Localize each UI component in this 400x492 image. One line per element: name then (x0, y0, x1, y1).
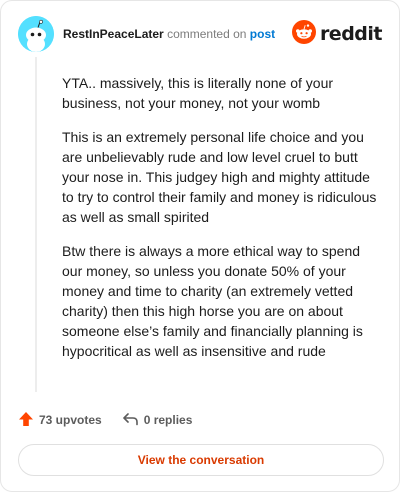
comment-footer: 73 upvotes 0 replies (18, 410, 192, 430)
reply-arrow-icon (122, 411, 139, 430)
reddit-wordmark: reddit (319, 23, 383, 45)
comment-paragraph: Btw there is always a more ethical way t… (62, 243, 363, 359)
reddit-logo-icon (291, 19, 316, 49)
post-link[interactable]: post (250, 27, 275, 41)
author-username[interactable]: RestInPeaceLater (63, 27, 164, 41)
thread-line (35, 57, 37, 392)
comment-body: YTA.. massively, this is literally none … (62, 73, 382, 375)
upvote-count: 73 upvotes (39, 413, 102, 427)
comment-meta: RestInPeaceLater commented on post (63, 26, 275, 42)
reddit-brand[interactable]: reddit (291, 19, 383, 49)
reply-count: 0 replies (143, 413, 193, 427)
comment-header: RestInPeaceLater commented on post reddi… (18, 16, 383, 52)
comment-paragraph: YTA.. massively, this is literally none … (62, 75, 334, 111)
snoo-avatar-icon[interactable] (18, 16, 54, 52)
comment-action-text: commented on (167, 27, 247, 41)
reply-stat[interactable]: 0 replies (122, 411, 193, 430)
view-conversation-button[interactable]: View the conversation (18, 444, 384, 476)
embedded-comment-card: RestInPeaceLater commented on post reddi… (0, 0, 400, 492)
upvote-stat[interactable]: 73 upvotes (18, 411, 102, 430)
comment-paragraph: This is an extremely personal life choic… (62, 129, 377, 225)
upvote-arrow-icon (18, 411, 34, 430)
